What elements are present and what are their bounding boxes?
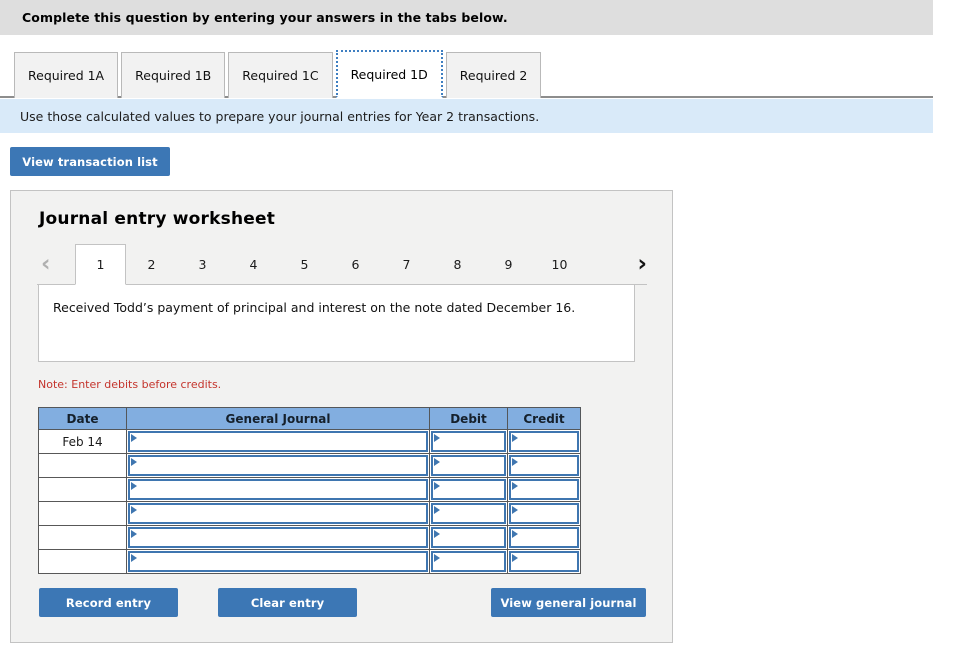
debits-before-credits-note: Note: Enter debits before credits. xyxy=(38,378,222,391)
chevron-right-icon[interactable]: › xyxy=(638,251,647,277)
chevron-left-icon[interactable]: ‹ xyxy=(41,251,50,277)
instruction-text: Complete this question by entering your … xyxy=(22,10,508,25)
sub-instruction-banner: Use those calculated values to prepare y… xyxy=(0,99,933,133)
dropdown-caret-icon xyxy=(512,530,518,538)
tab-required-2[interactable]: Required 2 xyxy=(445,52,542,98)
question-page: Complete this question by entering your … xyxy=(0,0,979,652)
journal-entry-worksheet-panel: Journal entry worksheet ‹ 1 2 3 4 5 6 7 … xyxy=(10,190,673,643)
dropdown-caret-icon xyxy=(434,530,440,538)
transaction-description-box: Received Todd’s payment of principal and… xyxy=(38,284,635,362)
tab-label: Required 1B xyxy=(135,68,212,83)
dropdown-caret-icon xyxy=(131,458,137,466)
instruction-bar: Complete this question by entering your … xyxy=(0,0,933,35)
dropdown-caret-icon xyxy=(131,482,137,490)
credit-input[interactable] xyxy=(507,549,581,574)
clear-entry-button[interactable]: Clear entry xyxy=(218,588,357,617)
table-row xyxy=(38,501,581,526)
dropdown-caret-icon xyxy=(131,530,137,538)
table-row xyxy=(38,525,581,550)
general-journal-input[interactable] xyxy=(126,549,430,574)
date-cell[interactable] xyxy=(38,549,127,574)
debit-input[interactable] xyxy=(429,549,508,574)
dropdown-caret-icon xyxy=(434,458,440,466)
dropdown-caret-icon xyxy=(434,482,440,490)
dropdown-caret-icon xyxy=(512,458,518,466)
debit-input[interactable] xyxy=(429,453,508,478)
dropdown-caret-icon xyxy=(131,554,137,562)
date-cell[interactable] xyxy=(38,453,127,478)
dropdown-caret-icon xyxy=(131,434,137,442)
pager-page-3[interactable]: 3 xyxy=(177,244,228,285)
dropdown-caret-icon xyxy=(131,506,137,514)
dropdown-caret-icon xyxy=(434,434,440,442)
worksheet-pager: ‹ 1 2 3 4 5 6 7 8 9 10 › xyxy=(37,244,647,286)
general-journal-input[interactable] xyxy=(126,453,430,478)
date-cell[interactable] xyxy=(38,501,127,526)
general-journal-input[interactable] xyxy=(126,477,430,502)
debit-input[interactable] xyxy=(429,429,508,454)
credit-input[interactable] xyxy=(507,525,581,550)
credit-input[interactable] xyxy=(507,477,581,502)
general-journal-input[interactable] xyxy=(126,525,430,550)
table-row xyxy=(38,549,581,574)
debit-input[interactable] xyxy=(429,477,508,502)
debit-input[interactable] xyxy=(429,501,508,526)
pager-page-10[interactable]: 10 xyxy=(534,244,585,285)
tab-label: Required 1D xyxy=(350,66,428,82)
journal-entry-table: Date General Journal Debit Credit Feb 14 xyxy=(38,407,581,574)
table-row xyxy=(38,477,581,502)
column-header-general-journal: General Journal xyxy=(126,407,430,430)
tab-required-1b[interactable]: Required 1B xyxy=(121,52,226,98)
pager-page-5[interactable]: 5 xyxy=(279,244,330,285)
credit-input[interactable] xyxy=(507,453,581,478)
tab-list: Required 1A Required 1B Required 1C Requ… xyxy=(14,50,544,98)
date-cell[interactable] xyxy=(38,525,127,550)
debit-input[interactable] xyxy=(429,525,508,550)
view-transaction-list-button[interactable]: View transaction list xyxy=(10,147,170,176)
worksheet-title: Journal entry worksheet xyxy=(39,209,276,229)
tab-required-1c[interactable]: Required 1C xyxy=(228,52,333,98)
record-entry-button[interactable]: Record entry xyxy=(39,588,178,617)
pager-page-list: 1 2 3 4 5 6 7 8 9 10 xyxy=(75,244,585,285)
transaction-description-text: Received Todd’s payment of principal and… xyxy=(53,300,576,315)
tab-required-1a[interactable]: Required 1A xyxy=(14,52,119,98)
table-header-row: Date General Journal Debit Credit xyxy=(38,407,581,430)
required-tabs: Required 1A Required 1B Required 1C Requ… xyxy=(0,50,933,98)
tab-required-1d[interactable]: Required 1D xyxy=(335,50,443,98)
sub-instruction-text: Use those calculated values to prepare y… xyxy=(20,108,540,124)
dropdown-caret-icon xyxy=(434,506,440,514)
column-header-date: Date xyxy=(38,407,127,430)
credit-input[interactable] xyxy=(507,429,581,454)
general-journal-input[interactable] xyxy=(126,501,430,526)
pager-page-1[interactable]: 1 xyxy=(75,244,126,285)
pager-page-6[interactable]: 6 xyxy=(330,244,381,285)
tab-label: Required 2 xyxy=(459,68,528,83)
dropdown-caret-icon xyxy=(512,554,518,562)
pager-page-2[interactable]: 2 xyxy=(126,244,177,285)
dropdown-caret-icon xyxy=(434,554,440,562)
column-header-credit: Credit xyxy=(507,407,581,430)
credit-input[interactable] xyxy=(507,501,581,526)
column-header-debit: Debit xyxy=(429,407,508,430)
dropdown-caret-icon xyxy=(512,434,518,442)
tab-label: Required 1C xyxy=(242,68,319,83)
dropdown-caret-icon xyxy=(512,482,518,490)
date-cell[interactable] xyxy=(38,477,127,502)
date-cell[interactable]: Feb 14 xyxy=(38,429,127,454)
general-journal-input[interactable] xyxy=(126,429,430,454)
table-row: Feb 14 xyxy=(38,429,581,454)
pager-page-7[interactable]: 7 xyxy=(381,244,432,285)
table-row xyxy=(38,453,581,478)
view-general-journal-button[interactable]: View general journal xyxy=(491,588,646,617)
tab-label: Required 1A xyxy=(28,68,105,83)
pager-page-4[interactable]: 4 xyxy=(228,244,279,285)
pager-page-8[interactable]: 8 xyxy=(432,244,483,285)
pager-page-9[interactable]: 9 xyxy=(483,244,534,285)
dropdown-caret-icon xyxy=(512,506,518,514)
